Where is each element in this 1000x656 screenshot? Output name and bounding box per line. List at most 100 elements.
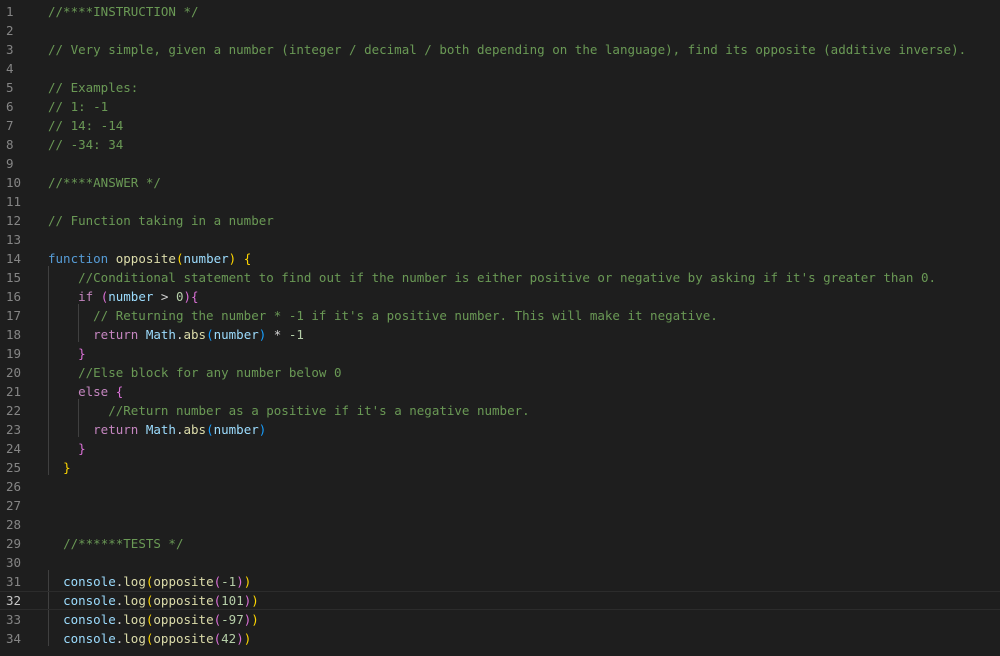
code-text[interactable]: console.log(opposite(42)) xyxy=(48,629,251,648)
line-number: 5 xyxy=(6,80,14,95)
code-token: ) xyxy=(236,574,244,589)
line-number: 23 xyxy=(6,422,22,437)
line-number: 4 xyxy=(6,61,14,76)
code-line[interactable]: 7 // 14: -14 xyxy=(0,116,1000,135)
code-token: function xyxy=(48,251,109,266)
line-number: 18 xyxy=(6,327,22,342)
code-token: number xyxy=(213,327,259,342)
code-line[interactable]: 28 xyxy=(0,515,1000,534)
code-token: //****ANSWER */ xyxy=(48,175,161,190)
code-text[interactable]: //****ANSWER */ xyxy=(48,173,161,192)
code-token: 0 xyxy=(175,289,184,304)
code-line[interactable]: 30 xyxy=(0,553,1000,572)
code-token: ) xyxy=(251,612,259,627)
code-text[interactable]: } xyxy=(48,344,86,363)
code-token: ( xyxy=(175,251,184,266)
code-text[interactable]: console.log(opposite(-97)) xyxy=(48,610,259,629)
code-token: -1 xyxy=(288,327,304,342)
line-number: 33 xyxy=(6,612,22,627)
code-line[interactable]: 5 // Examples: xyxy=(0,78,1000,97)
line-number: 17 xyxy=(6,308,22,323)
code-token: ) xyxy=(236,631,244,646)
code-line[interactable]: 23 return Math.abs(number) xyxy=(0,420,1000,439)
code-token: // Examples: xyxy=(48,80,139,95)
code-line[interactable]: 20 //Else block for any number below 0 xyxy=(0,363,1000,382)
code-text[interactable]: // 1: -1 xyxy=(48,97,108,116)
line-number: 15 xyxy=(6,270,22,285)
code-text[interactable]: //****INSTRUCTION */ xyxy=(48,2,199,21)
code-line[interactable]: 25 } xyxy=(0,458,1000,477)
line-number: 32 xyxy=(6,593,22,608)
code-line[interactable]: 19 } xyxy=(0,344,1000,363)
code-text[interactable]: // Function taking in a number xyxy=(48,211,274,230)
code-line[interactable]: 32 console.log(opposite(101)) xyxy=(0,591,1000,610)
line-number: 19 xyxy=(6,346,22,361)
code-token: ( xyxy=(206,327,214,342)
code-line[interactable]: 33 console.log(opposite(-97)) xyxy=(0,610,1000,629)
code-line[interactable]: 18 return Math.abs(number) * -1 xyxy=(0,325,1000,344)
line-number: 30 xyxy=(6,555,22,570)
code-line[interactable]: 11 xyxy=(0,192,1000,211)
code-text[interactable]: return Math.abs(number) * -1 xyxy=(48,325,304,344)
code-token: ) xyxy=(183,289,192,304)
code-line[interactable]: 3 // Very simple, given a number (integer… xyxy=(0,40,1000,59)
code-line[interactable]: 15 //Conditional statement to find out i… xyxy=(0,268,1000,287)
code-token: 101 xyxy=(221,593,244,608)
code-text[interactable]: //******TESTS */ xyxy=(48,534,183,553)
code-line[interactable]: 22 //Return number as a positive if it's… xyxy=(0,401,1000,420)
code-text[interactable]: function opposite(number) { xyxy=(48,249,251,268)
code-token: Math xyxy=(145,422,176,437)
code-text[interactable]: // Examples: xyxy=(48,78,138,97)
code-text[interactable]: console.log(opposite(101)) xyxy=(48,592,259,609)
code-text[interactable]: // 14: -14 xyxy=(48,116,123,135)
code-line[interactable]: 13 xyxy=(0,230,1000,249)
code-line[interactable]: 4 xyxy=(0,59,1000,78)
code-text[interactable]: if (number > 0){ xyxy=(48,287,198,306)
code-line[interactable]: 1 //****INSTRUCTION */ xyxy=(0,2,1000,21)
code-text[interactable]: console.log(opposite(-1)) xyxy=(48,572,251,591)
code-line[interactable]: 12 // Function taking in a number xyxy=(0,211,1000,230)
code-token: ( xyxy=(213,574,222,589)
code-text[interactable]: } xyxy=(48,458,71,477)
code-text[interactable]: // Very simple, given a number (integer … xyxy=(48,40,966,59)
code-token: { xyxy=(115,384,124,399)
code-text[interactable]: // -34: 34 xyxy=(48,135,123,154)
code-line[interactable]: 10 //****ANSWER */ xyxy=(0,173,1000,192)
code-line[interactable]: 8 // -34: 34 xyxy=(0,135,1000,154)
code-token: log xyxy=(123,631,146,646)
code-line[interactable]: 27 xyxy=(0,496,1000,515)
code-line[interactable]: 29 //******TESTS */ xyxy=(0,534,1000,553)
code-text[interactable]: //Conditional statement to find out if t… xyxy=(48,268,936,287)
code-line[interactable]: 31 console.log(opposite(-1)) xyxy=(0,572,1000,591)
code-line[interactable]: 21 else { xyxy=(0,382,1000,401)
code-token: else xyxy=(78,384,109,399)
code-line[interactable]: 17 // Returning the number * -1 if it's … xyxy=(0,306,1000,325)
code-line[interactable]: 26 xyxy=(0,477,1000,496)
line-number: 21 xyxy=(6,384,22,399)
code-token: // 14: -14 xyxy=(48,118,124,133)
code-line[interactable]: 6 // 1: -1 xyxy=(0,97,1000,116)
code-line[interactable]: 24 } xyxy=(0,439,1000,458)
code-line[interactable]: 16 if (number > 0){ xyxy=(0,287,1000,306)
line-number: 25 xyxy=(6,460,22,475)
code-text[interactable]: //Return number as a positive if it's a … xyxy=(48,401,529,420)
line-number: 1 xyxy=(6,4,14,19)
code-text[interactable]: } xyxy=(48,439,86,458)
line-number: 6 xyxy=(6,99,14,114)
code-editor[interactable]: 1//****INSTRUCTION */2 3// Very simple, g… xyxy=(0,0,1000,656)
code-line[interactable]: 34 console.log(opposite(42)) xyxy=(0,629,1000,648)
code-line[interactable]: 9 xyxy=(0,154,1000,173)
code-text[interactable]: return Math.abs(number) xyxy=(48,420,266,439)
code-text[interactable]: //Else block for any number below 0 xyxy=(48,363,341,382)
code-line[interactable]: 14 function opposite(number) { xyxy=(0,249,1000,268)
code-text[interactable]: else { xyxy=(48,382,123,401)
code-text[interactable]: // Returning the number * -1 if it's a p… xyxy=(48,306,718,325)
code-line[interactable]: 2 xyxy=(0,21,1000,40)
code-token: number xyxy=(183,251,229,266)
